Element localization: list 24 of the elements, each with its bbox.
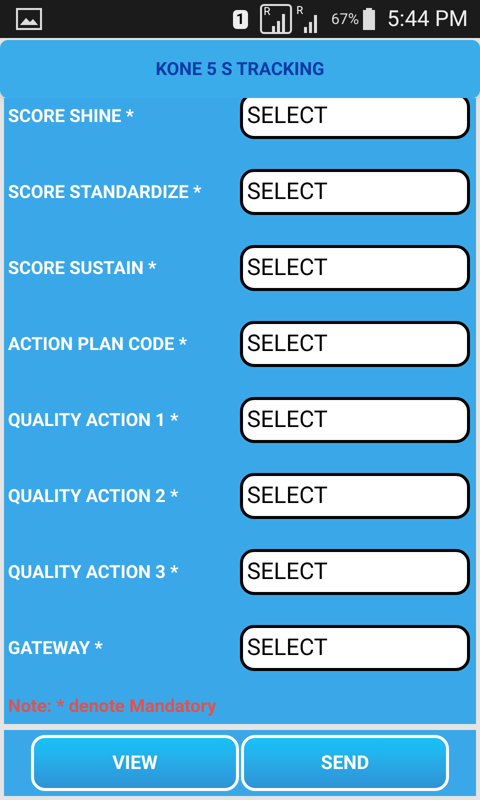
select-field[interactable]: SELECT (240, 397, 470, 443)
signal-icon: R (260, 4, 292, 34)
field-label: GATEWAY * (7, 636, 104, 660)
field-label: QUALITY ACTION 2 * (7, 484, 180, 508)
picture-icon (16, 8, 42, 30)
clock: 5:44 PM (387, 6, 468, 34)
select-field[interactable]: SELECT (240, 321, 470, 367)
app-title: KONE 5 S TRACKING (156, 58, 324, 82)
field-label: SCORE SUSTAIN * (7, 256, 158, 280)
mandatory-note: Note: * denote Mandatory (8, 694, 216, 718)
sim-icon: 1 (233, 10, 248, 28)
field-label: SCORE SHINE * (7, 104, 135, 128)
field-label: ACTION PLAN CODE * (7, 332, 188, 356)
select-field[interactable]: SELECT (240, 98, 470, 139)
select-field[interactable]: SELECT (240, 625, 470, 671)
select-field[interactable]: SELECT (240, 169, 470, 215)
field-label: QUALITY ACTION 1 * (7, 408, 180, 432)
select-field[interactable]: SELECT (240, 549, 470, 595)
battery-percent: 67% (331, 8, 360, 30)
battery-icon (363, 8, 376, 30)
field-label: QUALITY ACTION 3 * (7, 560, 180, 584)
field-label: SCORE STANDARDIZE * (7, 180, 202, 204)
select-field[interactable]: SELECT (240, 473, 470, 519)
select-field[interactable]: SELECT (240, 245, 470, 291)
